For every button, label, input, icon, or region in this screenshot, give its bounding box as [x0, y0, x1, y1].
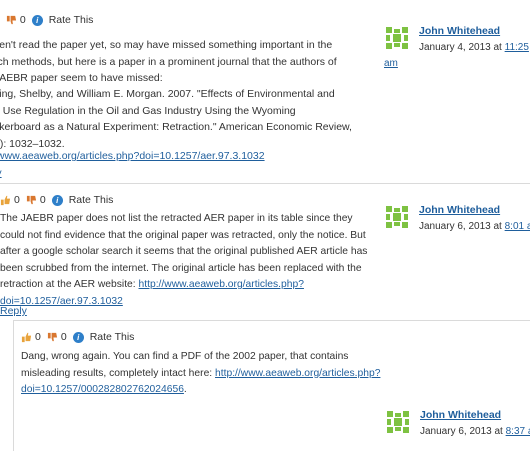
citation-line: ckerboard as a Natural Experiment: Retra…: [0, 121, 352, 133]
reply-link[interactable]: Reply: [0, 305, 27, 317]
like-count: 0: [14, 194, 20, 206]
comment-line: after a google scholar search it seems t…: [0, 246, 368, 257]
thumbs-down-icon[interactable]: [6, 15, 17, 26]
comment-text: misleading results, completely intact he…: [21, 367, 216, 379]
rate-this-link[interactable]: Rate This: [69, 194, 114, 206]
dislike-count: 0: [39, 194, 46, 206]
comment-1: 0 0 i Rate This ven't read the paper yet…: [0, 0, 530, 180]
comment-text: retraction at the AER website:: [0, 279, 139, 290]
article-link[interactable]: http://www.aeaweb.org/articles.php?: [139, 279, 304, 290]
comment-line: doi=10.1257/aer.97.3.1032: [0, 294, 380, 311]
reply-link[interactable]: ly: [0, 167, 2, 179]
comment-line: could not find evidence that the origina…: [0, 229, 366, 241]
rating-bar: 0 0 i Rate This: [0, 14, 93, 26]
comment-time-link[interactable]: 8:01 am: [505, 221, 530, 232]
comment-body: ven't read the paper yet, so may have mi…: [0, 37, 374, 87]
comment-3: 0 0 i Rate This Dang, wrong again. You c…: [13, 320, 530, 451]
comment-text: .: [183, 384, 187, 395]
comment-line: retraction at the AER website: http://ww…: [0, 277, 380, 294]
author-name[interactable]: John Whitehead: [419, 25, 500, 37]
url-line: /www.aeaweb.org/articles.php?doi=10.1257…: [0, 148, 265, 165]
rate-this-link[interactable]: Rate This: [49, 14, 94, 26]
avatar[interactable]: [384, 204, 410, 230]
comment-date: January 6, 2013 at 8:01 am: [419, 221, 530, 232]
rate-this-link[interactable]: Rate This: [90, 331, 135, 343]
pdf-link[interactable]: http://www.aeaweb.org/articles.php?: [215, 368, 380, 379]
comment-line: misleading results, completely intact he…: [21, 366, 401, 383]
comment-time-link[interactable]: 8:37 am: [506, 426, 530, 437]
info-icon[interactable]: i: [31, 14, 43, 26]
comment-line: been scrubbed from the internet. The ori…: [0, 262, 362, 274]
date-prefix: January 4, 2013 at: [419, 42, 505, 53]
info-icon[interactable]: i: [72, 331, 84, 343]
comment-date: January 4, 2013 at 11:25: [419, 42, 529, 53]
dislike-count: 0: [19, 14, 26, 26]
avatar[interactable]: [384, 25, 410, 51]
comment-2: 0 0 i Rate This The JAEBR paper does not…: [0, 183, 530, 319]
thumbs-down-icon[interactable]: [26, 195, 37, 206]
comment-line: rch methods, but here is a paper in a pr…: [0, 55, 337, 68]
comment-date: January 6, 2013 at 8:37 am: [420, 426, 530, 437]
rating-bar: 0 0 i Rate This: [21, 331, 134, 343]
comment-body: Dang, wrong again. You can find a PDF of…: [21, 349, 401, 399]
comment-time-link-tail[interactable]: am: [384, 58, 398, 69]
info-icon[interactable]: i: [51, 194, 63, 206]
date-prefix: January 6, 2013 at: [419, 221, 505, 232]
date-prefix: January 6, 2013 at: [420, 426, 506, 437]
author-name[interactable]: John Whitehead: [420, 409, 501, 421]
comment-line: doi=10.1257/000282802762024656.: [21, 382, 401, 399]
pdf-link-cont[interactable]: doi=10.1257/000282802762024656: [21, 384, 184, 395]
dislike-count: 0: [60, 331, 67, 343]
comment-time-link[interactable]: 11:25: [505, 42, 529, 53]
article-link[interactable]: /www.aeaweb.org/articles.php?doi=10.1257…: [0, 150, 265, 162]
comment-line: JAEBR paper seem to have missed:: [0, 72, 163, 84]
citation-line: d Use Regulation in the Oil and Gas Indu…: [0, 104, 296, 117]
thumbs-down-icon[interactable]: [47, 332, 58, 343]
comment-line: The JAEBR paper does not list the retrac…: [0, 213, 353, 224]
citation-line: king, Shelby, and William E. Morgan. 200…: [0, 88, 335, 100]
thumbs-up-icon[interactable]: [21, 332, 32, 343]
comment-body: The JAEBR paper does not list the retrac…: [0, 211, 380, 310]
rating-bar: 0 0 i Rate This: [0, 194, 113, 206]
citation: king, Shelby, and William E. Morgan. 200…: [0, 86, 374, 152]
like-count: 0: [35, 331, 41, 343]
comment-line: ven't read the paper yet, so may have mi…: [0, 39, 333, 51]
comment-line: Dang, wrong again. You can find a PDF of…: [21, 351, 349, 362]
avatar[interactable]: [385, 409, 411, 435]
thumbs-up-icon[interactable]: [0, 195, 11, 206]
author-name[interactable]: John Whitehead: [419, 204, 500, 216]
